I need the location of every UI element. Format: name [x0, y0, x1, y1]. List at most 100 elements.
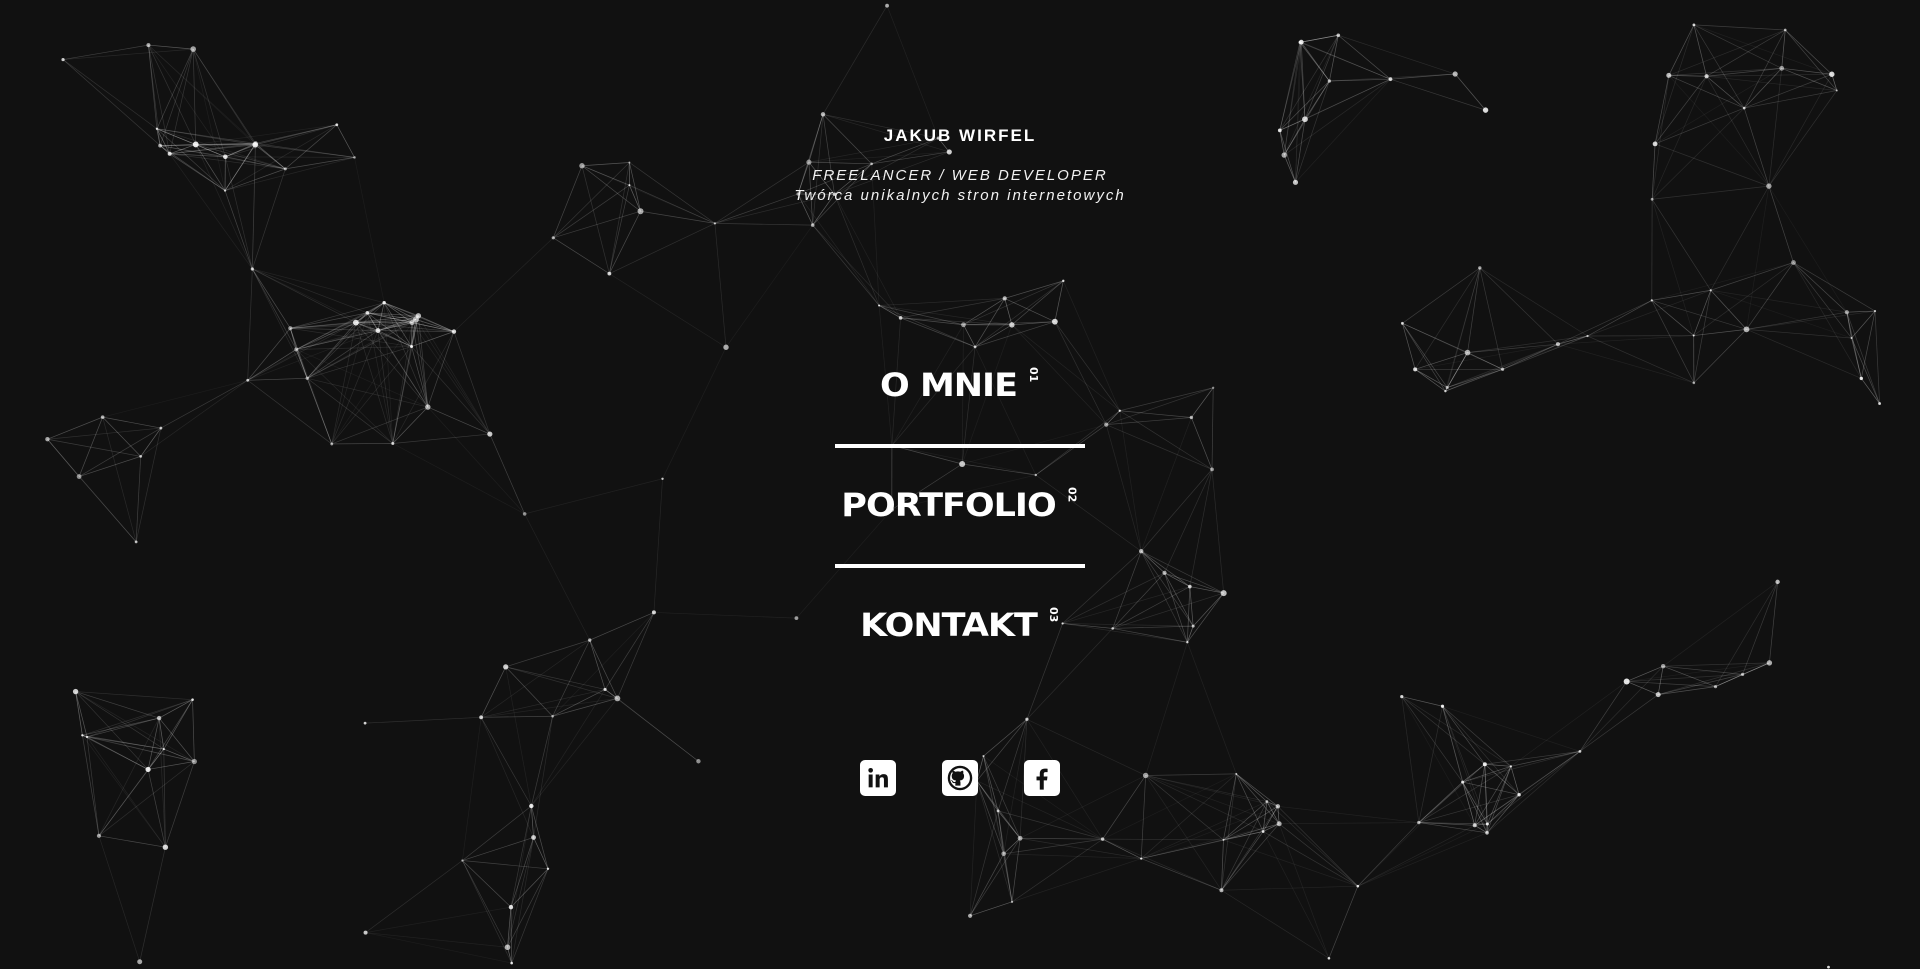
- network-link: [1187, 592, 1224, 643]
- network-link: [886, 5, 939, 139]
- network-link: [1579, 694, 1659, 752]
- network-node: [637, 208, 644, 215]
- network-link: [252, 268, 368, 314]
- network-node: [723, 344, 729, 350]
- network-link: [462, 860, 512, 964]
- network-node: [1692, 381, 1696, 385]
- nav-item-portfolio[interactable]: PORTFOLIO 02: [835, 448, 1085, 564]
- network-link: [392, 319, 417, 444]
- network-node: [1775, 579, 1780, 585]
- network-node: [363, 930, 368, 935]
- network-link: [1715, 581, 1778, 687]
- network-link: [1141, 550, 1191, 587]
- network-link: [1401, 696, 1512, 767]
- network-link: [1011, 838, 1021, 902]
- author-name: JAKUB WIRFEL: [883, 126, 1037, 145]
- network-link: [1189, 469, 1213, 587]
- network-node: [1623, 678, 1630, 685]
- network-link: [1415, 343, 1559, 370]
- linkedin-link[interactable]: [860, 760, 896, 796]
- facebook-link[interactable]: [1024, 760, 1060, 796]
- network-link: [1663, 662, 1770, 667]
- network-node: [1445, 385, 1449, 390]
- network-link: [1479, 267, 1559, 345]
- network-link: [1164, 469, 1213, 574]
- network-node: [76, 474, 82, 479]
- network-link: [1004, 280, 1064, 299]
- network-link: [392, 433, 490, 444]
- network-link: [140, 380, 248, 457]
- network-node: [1692, 23, 1696, 27]
- network-link: [505, 639, 590, 668]
- network-node: [603, 687, 607, 692]
- network-node: [100, 415, 105, 419]
- network-link: [147, 699, 193, 770]
- network-node: [1051, 318, 1058, 325]
- network-link: [1445, 343, 1559, 392]
- network-link: [1851, 310, 1876, 339]
- github-link[interactable]: [942, 760, 978, 796]
- network-link: [609, 273, 727, 348]
- network-node: [1859, 376, 1864, 381]
- network-node: [375, 328, 381, 333]
- network-node: [1191, 624, 1195, 628]
- network-link: [1651, 300, 1747, 330]
- nav-item-number: 01: [1027, 367, 1040, 383]
- network-node: [1417, 820, 1421, 825]
- network-node: [551, 714, 554, 718]
- network-link: [1402, 267, 1481, 324]
- network-link: [160, 379, 248, 429]
- network-node: [522, 512, 527, 516]
- network-node: [1835, 89, 1838, 92]
- network-link: [1785, 29, 1833, 75]
- network-node: [1779, 65, 1785, 71]
- author-role: FREELANCER / WEB DEVELOPER: [812, 167, 1108, 184]
- nav-item-o-mnie[interactable]: O MNIE 01: [835, 328, 1085, 444]
- network-node: [1704, 74, 1709, 79]
- network-node: [451, 329, 457, 334]
- network-node: [72, 688, 79, 695]
- network-node: [820, 112, 826, 117]
- network-node: [1275, 804, 1281, 809]
- network-link: [524, 513, 591, 641]
- nav-item-kontakt[interactable]: KONTAKT 03: [835, 568, 1085, 684]
- network-link: [1141, 858, 1222, 891]
- network-node: [614, 695, 621, 702]
- network-node: [661, 477, 664, 480]
- network-node: [1210, 467, 1214, 472]
- network-link: [617, 612, 655, 699]
- network-node: [1017, 835, 1023, 841]
- network-link: [1793, 262, 1862, 379]
- network-node: [412, 316, 419, 323]
- network-link: [1587, 335, 1694, 384]
- network-link: [510, 868, 549, 908]
- network-node: [1010, 900, 1014, 903]
- network-link: [1304, 35, 1339, 120]
- network-node: [1298, 39, 1304, 45]
- network-node: [1062, 279, 1065, 283]
- network-link: [1112, 628, 1188, 643]
- network-node: [461, 859, 464, 862]
- network-link: [1277, 806, 1359, 887]
- network-link: [1402, 323, 1416, 370]
- network-link: [552, 698, 618, 717]
- network-link: [63, 48, 194, 60]
- network-link: [1279, 822, 1419, 825]
- network-link: [1557, 300, 1652, 345]
- network-link: [1442, 705, 1581, 752]
- network-node: [1743, 326, 1750, 333]
- network-node: [551, 236, 555, 240]
- network-link: [812, 224, 880, 306]
- network-node: [1400, 694, 1404, 699]
- network-link: [1402, 323, 1448, 388]
- network-node: [1276, 821, 1282, 827]
- network-link: [1277, 805, 1419, 823]
- network-node: [137, 959, 143, 965]
- network-node: [1709, 289, 1712, 292]
- network-link: [480, 666, 507, 718]
- landing-page: JAKUB WIRFEL FREELANCER / WEB DEVELOPER …: [0, 0, 1920, 969]
- network-node: [1002, 296, 1007, 301]
- network-node: [1742, 106, 1746, 110]
- network-link: [1338, 34, 1391, 80]
- network-node: [510, 961, 513, 965]
